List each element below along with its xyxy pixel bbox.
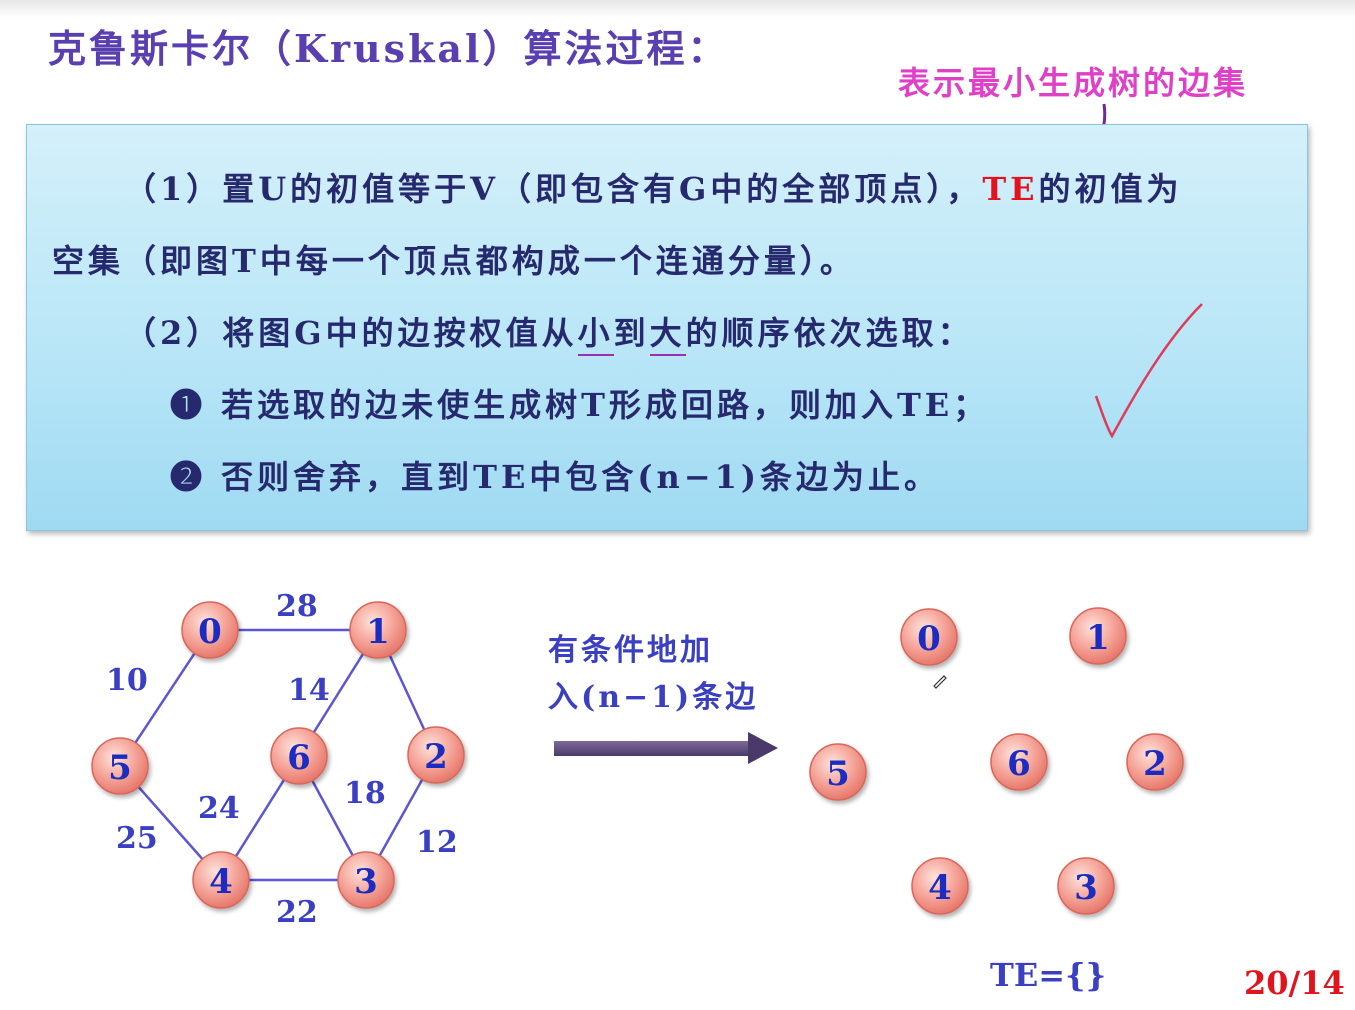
weight-2-3: 12 (416, 825, 458, 860)
right-node-2: 2 (1126, 733, 1184, 791)
left-node-2-label: 2 (424, 737, 448, 777)
left-node-1-label: 1 (366, 612, 390, 652)
left-node-3-label: 3 (354, 862, 378, 902)
arrow-caption-line2: 入(n−1)条边 (548, 680, 759, 715)
weight-5-4: 25 (116, 821, 158, 856)
weight-6-3: 18 (344, 776, 386, 811)
weight-0-1: 28 (276, 589, 318, 624)
left-node-2: 2 (407, 726, 465, 784)
pen-cursor-icon[interactable] (933, 675, 947, 689)
page-number: 20/14 (1244, 964, 1345, 1002)
arrow-caption-line1: 有条件地加 (548, 633, 713, 668)
left-node-6-label: 6 (287, 738, 311, 778)
right-node-0-label: 0 (917, 619, 941, 659)
right-graph-nodes: 0 1 2 3 4 5 6 (809, 607, 1184, 915)
right-node-6-label: 6 (1007, 744, 1031, 784)
left-node-5-label: 5 (108, 748, 132, 788)
left-node-4: 4 (192, 851, 250, 909)
right-node-1: 1 (1069, 607, 1127, 665)
right-node-2-label: 2 (1143, 744, 1167, 784)
right-node-3-label: 3 (1074, 868, 1098, 908)
graph-canvas: 28 10 14 18 12 24 25 22 0 1 2 3 4 5 6 0 … (91, 589, 1184, 930)
te-set-label: TE={} (990, 956, 1107, 994)
right-node-5-label: 5 (826, 754, 850, 794)
weight-1-6: 14 (288, 673, 330, 708)
right-node-4-label: 4 (928, 868, 952, 908)
weight-4-3: 22 (276, 895, 318, 930)
left-graph-nodes: 0 1 2 3 4 5 6 (91, 601, 465, 909)
left-node-1: 1 (349, 601, 407, 659)
right-node-4: 4 (911, 857, 969, 915)
left-node-4-label: 4 (209, 862, 233, 902)
weight-0-5: 10 (106, 663, 148, 698)
left-node-5: 5 (91, 737, 149, 795)
big-arrow-icon (554, 732, 778, 764)
right-node-0: 0 (900, 608, 958, 666)
left-node-0-label: 0 (198, 612, 222, 652)
right-node-5: 5 (809, 743, 867, 801)
right-node-1-label: 1 (1086, 618, 1110, 658)
right-node-6: 6 (990, 733, 1048, 791)
left-node-3: 3 (337, 851, 395, 909)
right-node-3: 3 (1057, 857, 1115, 915)
left-node-6: 6 (270, 727, 328, 785)
weight-6-4: 24 (198, 791, 240, 826)
left-node-0: 0 (181, 601, 239, 659)
